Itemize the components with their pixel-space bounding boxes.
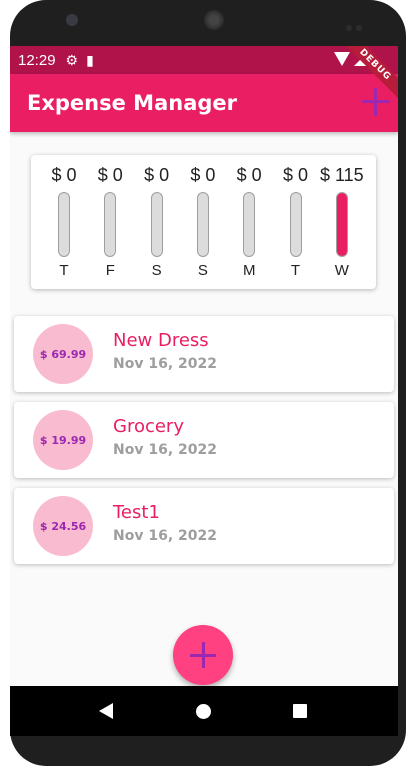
amount-avatar: $ 24.56 (33, 496, 93, 556)
chart-bar-column: $ 0T (276, 165, 316, 281)
recents-icon[interactable] (293, 704, 307, 718)
chart-bar-column: $ 0S (137, 165, 177, 281)
front-camera (66, 14, 78, 26)
bar-amount-label: $ 115 (319, 165, 364, 185)
bar-track (243, 192, 256, 257)
add-icon[interactable] (360, 86, 392, 118)
device-frame: 12:29 ⚙ ▮ DEBUG Expense Manager $ 0 T $ 0F… (0, 0, 416, 778)
chart-bar-column: $ 0T (44, 165, 84, 281)
wifi-icon (334, 52, 350, 66)
bar-fill (336, 193, 347, 256)
bar-day-label: T (290, 262, 301, 279)
bar-day-label: T (59, 262, 69, 279)
transaction-title: Test1 (113, 502, 160, 523)
bar-track (289, 192, 302, 257)
weekly-chart-card: $ 0 T $ 0 F $ 0 S $ 0 S $ 0 M $ 0 T $ 115 W (31, 155, 376, 289)
transaction-title: Grocery (113, 416, 184, 437)
transaction-date: Nov 16, 2022 (113, 442, 217, 458)
chart-bar-column: $ 0M (229, 165, 269, 281)
add-transaction-fab[interactable] (173, 625, 233, 685)
chart-bar-column: $ 0S (183, 165, 223, 281)
sensor-dots (346, 16, 370, 31)
page-title: Expense Manager (27, 91, 237, 115)
transaction-amount: $ 19.99 (39, 433, 87, 447)
bar-day-label: W (334, 262, 349, 279)
transaction-card[interactable]: $ 24.56 Test1 Nov 16, 2022 (14, 488, 394, 564)
transaction-card[interactable]: $ 19.99 Grocery Nov 16, 2022 (14, 402, 394, 478)
home-icon[interactable] (196, 704, 211, 719)
app-screen: 12:29 ⚙ ▮ DEBUG Expense Manager $ 0 T $ 0F… (10, 46, 398, 736)
transaction-date: Nov 16, 2022 (113, 528, 217, 544)
status-time: 12:29 (18, 51, 56, 69)
chart-bar-column: $ 115 W (320, 165, 364, 281)
earpiece-speaker (204, 10, 224, 30)
system-nav-bar (10, 686, 398, 736)
sd-card-icon: ▮ (86, 52, 94, 68)
transaction-amount: $ 69.99 (39, 347, 87, 361)
bar-track (196, 192, 209, 257)
amount-avatar: $ 19.99 (33, 410, 93, 470)
chart-bar-column: $ 0F (90, 165, 130, 281)
bar-track (335, 192, 348, 257)
bar-track (104, 192, 117, 257)
bar-track (150, 192, 163, 257)
bar-day-label: F (105, 262, 115, 279)
app-bar: Expense Manager (10, 74, 398, 132)
bar-day-label: S (197, 262, 208, 279)
bar-track (58, 192, 70, 257)
transaction-amount: $ 24.56 (39, 519, 87, 533)
back-icon[interactable] (99, 703, 113, 719)
bar-day-label: M (242, 262, 256, 279)
transaction-title: New Dress (113, 330, 209, 351)
bar-day-label: S (151, 262, 162, 279)
transaction-card[interactable]: $ 69.99 New Dress Nov 16, 2022 (14, 316, 394, 392)
transaction-date: Nov 16, 2022 (113, 356, 217, 372)
gear-icon: ⚙ (65, 52, 79, 68)
amount-avatar: $ 69.99 (33, 324, 93, 384)
status-bar: 12:29 ⚙ ▮ (10, 46, 398, 74)
